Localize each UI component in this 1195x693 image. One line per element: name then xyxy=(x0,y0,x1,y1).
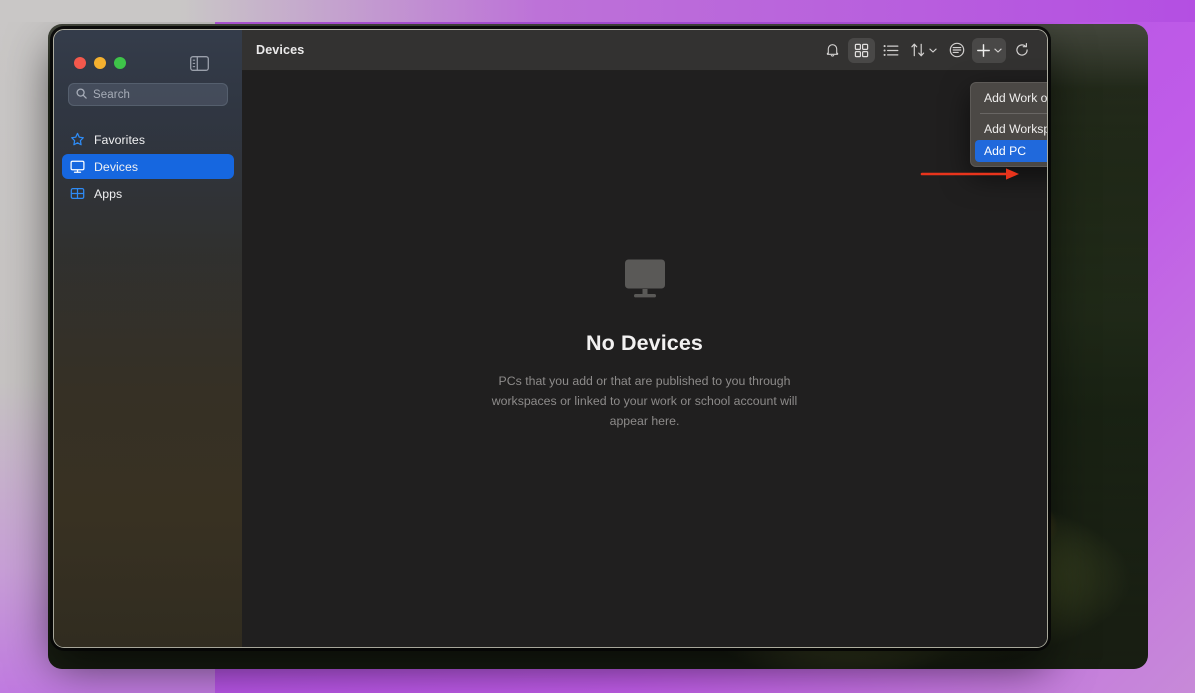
empty-state: No Devices PCs that you add or that are … xyxy=(242,71,1047,647)
page-title: Devices xyxy=(256,43,305,57)
add-button[interactable] xyxy=(972,37,1006,63)
zoom-window-button[interactable] xyxy=(114,57,126,69)
sidebar-item-label: Favorites xyxy=(94,132,146,147)
chevron-down-icon xyxy=(994,48,1002,53)
menu-separator xyxy=(980,113,1047,114)
chevron-down-icon xyxy=(929,48,937,53)
sidebar-toggle-icon[interactable] xyxy=(190,56,209,71)
sidebar-item-label: Devices xyxy=(94,159,139,174)
star-icon xyxy=(70,132,85,147)
list-view-button[interactable] xyxy=(877,38,904,63)
search-input[interactable]: Search xyxy=(68,83,228,106)
sidebar-item-favorites[interactable]: Favorites xyxy=(62,127,234,152)
refresh-icon xyxy=(1014,42,1030,58)
list-view-icon xyxy=(883,44,899,57)
plus-icon xyxy=(976,43,991,58)
add-dropdown-menu: Add Work or School Account Add Workspace… xyxy=(970,82,1047,167)
sidebar-item-label: Apps xyxy=(94,186,123,201)
display-icon xyxy=(70,159,85,174)
sidebar-nav-list: Favorites Devices Apps xyxy=(62,127,234,208)
close-window-button[interactable] xyxy=(74,57,86,69)
sort-button[interactable] xyxy=(906,38,941,63)
traffic-lights xyxy=(74,57,126,69)
toolbar-actions xyxy=(819,37,1035,63)
bell-icon xyxy=(825,42,840,58)
sidebar: Search Favorites Devices Apps xyxy=(54,30,242,647)
content-pane: Devices No Devices PCs that you add or t… xyxy=(242,30,1047,647)
search-icon xyxy=(76,86,87,104)
notifications-button[interactable] xyxy=(819,38,846,63)
sort-arrows-icon xyxy=(910,42,926,58)
sidebar-item-apps[interactable]: Apps xyxy=(62,181,234,206)
toolbar: Devices xyxy=(242,30,1047,71)
app-window: Search Favorites Devices Apps Devices No… xyxy=(53,29,1048,648)
grid-view-icon xyxy=(854,43,869,58)
filter-circle-icon xyxy=(949,42,965,58)
filter-button[interactable] xyxy=(943,38,970,63)
menu-item-add-work-or-school-account[interactable]: Add Work or School Account xyxy=(975,87,1047,109)
refresh-button[interactable] xyxy=(1008,38,1035,63)
search-placeholder: Search xyxy=(93,88,131,101)
grid-apps-icon xyxy=(70,186,85,201)
menu-item-add-workspace[interactable]: Add Workspace xyxy=(975,118,1047,140)
empty-state-title: No Devices xyxy=(586,331,703,356)
menu-item-add-pc[interactable]: Add PC xyxy=(975,140,1047,162)
empty-state-description: PCs that you add or that are published t… xyxy=(491,374,798,428)
desktop-screen: Search Favorites Devices Apps Devices No… xyxy=(0,0,1195,693)
display-icon xyxy=(623,258,667,305)
sidebar-item-devices[interactable]: Devices xyxy=(62,154,234,179)
grid-view-button[interactable] xyxy=(848,37,875,63)
minimize-window-button[interactable] xyxy=(94,57,106,69)
